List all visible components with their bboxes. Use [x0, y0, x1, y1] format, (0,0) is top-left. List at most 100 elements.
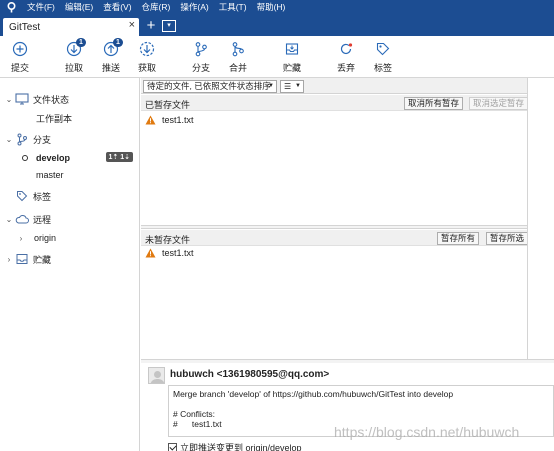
- chevron-right-icon[interactable]: ›: [16, 234, 26, 243]
- tab-bar: GitTest × + ▾: [0, 15, 554, 36]
- push-button[interactable]: 1 推送: [94, 38, 128, 74]
- sidebar-working-copy-label: 工作副本: [36, 113, 73, 124]
- sidebar-tags[interactable]: 标签: [0, 187, 140, 205]
- avatar: [148, 367, 165, 384]
- tab-repo[interactable]: GitTest ×: [3, 18, 139, 36]
- sidebar-branches[interactable]: ⌄ 分支: [0, 130, 140, 148]
- tab-title: GitTest: [9, 21, 41, 33]
- menu-tools[interactable]: 工具(T): [214, 0, 252, 15]
- fetch-label: 获取: [137, 63, 156, 73]
- add-tab-button[interactable]: +: [144, 18, 158, 33]
- chevron-down-icon[interactable]: ⌄: [4, 215, 14, 224]
- merge-button[interactable]: 合并: [221, 40, 255, 74]
- commit-message-line: [173, 399, 549, 409]
- push-immediately-checkbox[interactable]: [168, 443, 177, 451]
- commit-label: 提交: [10, 63, 29, 73]
- sourcetree-logo-icon: [0, 0, 22, 15]
- pull-icon: 1: [57, 38, 91, 58]
- staged-files-title: 已暂存文件: [145, 100, 191, 110]
- branch-icon: [14, 132, 30, 146]
- sidebar-stashes[interactable]: › 贮藏: [0, 250, 140, 268]
- file-filter-bar: 待定的文件, 已依照文件状态排序 ▼ ☰ ▼: [141, 78, 527, 94]
- discard-button[interactable]: 丢弃: [329, 40, 363, 74]
- menu-actions[interactable]: 操作(A): [175, 0, 213, 15]
- menu-repository[interactable]: 仓库(R): [137, 0, 176, 15]
- chevron-down-icon: ▼: [268, 83, 274, 89]
- sidebar-remotes[interactable]: ⌄ 远程: [0, 210, 140, 228]
- pull-label: 拉取: [64, 63, 83, 73]
- sidebar-item-origin[interactable]: › origin: [0, 229, 140, 247]
- menu-view[interactable]: 查看(V): [98, 0, 136, 15]
- fetch-button[interactable]: 获取: [130, 40, 164, 74]
- sidebar-item-develop[interactable]: develop 1⇡ 1⇣: [0, 149, 140, 167]
- staged-files-header: 已暂存文件 取消所有暂存 取消选定暂存: [141, 95, 529, 111]
- discard-icon: [329, 40, 363, 58]
- tab-menu-button[interactable]: ▾: [162, 20, 176, 32]
- tag-button[interactable]: 标签: [366, 40, 400, 74]
- chevron-down-icon: ▼: [295, 83, 301, 89]
- menu-file[interactable]: 文件(F): [22, 0, 60, 15]
- conflict-warning-icon: [145, 115, 156, 125]
- unstaged-file-name: test1.txt: [162, 248, 194, 258]
- stash-icon: [275, 40, 309, 58]
- sidebar-master-label: master: [36, 170, 64, 180]
- file-filter-value: 待定的文件, 已依照文件状态排序: [147, 81, 271, 91]
- sidebar-file-status[interactable]: ⌄ 文件状态: [0, 90, 140, 108]
- view-mode-select[interactable]: ☰ ▼: [280, 80, 304, 93]
- stage-selected-button[interactable]: 暂存所选: [486, 232, 529, 245]
- chevron-down-icon[interactable]: ⌄: [4, 135, 14, 144]
- current-branch-icon: [22, 155, 28, 161]
- merge-icon: [221, 40, 255, 58]
- pull-button[interactable]: 1 拉取: [57, 38, 91, 74]
- chevron-down-icon[interactable]: ⌄: [4, 95, 14, 104]
- toolbar: 提交 1 拉取 1 推送 获取 分支 合并 贮藏 丢弃 标签: [0, 36, 554, 78]
- commit-author: hubuwch <1361980595@qq.com>: [170, 369, 330, 380]
- sidebar-remotes-label: 远程: [33, 214, 52, 225]
- staged-file-name: test1.txt: [162, 115, 194, 125]
- file-filter-select[interactable]: 待定的文件, 已依照文件状态排序 ▼: [143, 80, 277, 93]
- unstaged-file-row[interactable]: test1.txt: [145, 246, 194, 260]
- staged-file-row[interactable]: test1.txt: [145, 113, 194, 127]
- menu-help[interactable]: 帮助(H): [252, 0, 291, 15]
- close-icon[interactable]: ×: [129, 19, 135, 31]
- sidebar-item-master[interactable]: master: [0, 166, 140, 184]
- sidebar-stashes-label: 贮藏: [33, 254, 52, 265]
- monitor-icon: [14, 92, 30, 106]
- push-label: 推送: [101, 63, 120, 73]
- push-immediately-label: 立即推送变更到 origin/develop: [180, 443, 302, 451]
- panel-splitter[interactable]: [141, 225, 527, 229]
- push-immediately-option[interactable]: 立即推送变更到 origin/develop: [168, 441, 302, 451]
- fetch-icon: [130, 40, 164, 58]
- sidebar-tags-label: 标签: [33, 191, 52, 202]
- diff-pane: [527, 78, 554, 363]
- tag-icon: [366, 40, 400, 58]
- sidebar-item-working-copy[interactable]: 工作副本: [0, 109, 140, 127]
- cloud-icon: [14, 212, 30, 226]
- branch-label: 分支: [191, 63, 210, 73]
- list-view-icon: ☰: [284, 82, 292, 91]
- tag-label: 标签: [373, 63, 392, 73]
- stage-all-button[interactable]: 暂存所有: [437, 232, 480, 245]
- pull-badge: 1: [76, 38, 86, 47]
- ahead-behind-badge: 1⇡ 1⇣: [105, 152, 133, 162]
- commit-button[interactable]: 提交: [3, 40, 37, 74]
- conflict-warning-icon: [145, 248, 156, 258]
- sidebar-develop-label: develop: [36, 153, 71, 163]
- sidebar-branches-label: 分支: [33, 134, 52, 145]
- menu-bar: 文件(F) 编辑(E) 查看(V) 仓库(R) 操作(A) 工具(T) 帮助(H…: [0, 0, 554, 15]
- sidebar: ⌄ 文件状态 工作副本 ⌄ 分支 develop 1⇡ 1⇣ master 标签…: [0, 78, 140, 451]
- stash-button[interactable]: 贮藏: [275, 40, 309, 74]
- chevron-right-icon[interactable]: ›: [4, 255, 14, 264]
- commit-icon: [3, 40, 37, 58]
- discard-label: 丢弃: [336, 63, 355, 73]
- commit-message-line: # Conflicts:: [173, 409, 216, 419]
- push-icon: 1: [94, 38, 128, 58]
- merge-label: 合并: [228, 63, 247, 73]
- unstaged-files-title: 未暂存文件: [145, 235, 191, 245]
- unstage-selected-button[interactable]: 取消选定暂存: [469, 97, 529, 110]
- branch-icon: [184, 40, 218, 58]
- menu-edit[interactable]: 编辑(E): [60, 0, 98, 15]
- branch-button[interactable]: 分支: [184, 40, 218, 74]
- unstage-all-button[interactable]: 取消所有暂存: [404, 97, 464, 110]
- watermark: https://blog.csdn.net/hubuwch: [334, 424, 520, 440]
